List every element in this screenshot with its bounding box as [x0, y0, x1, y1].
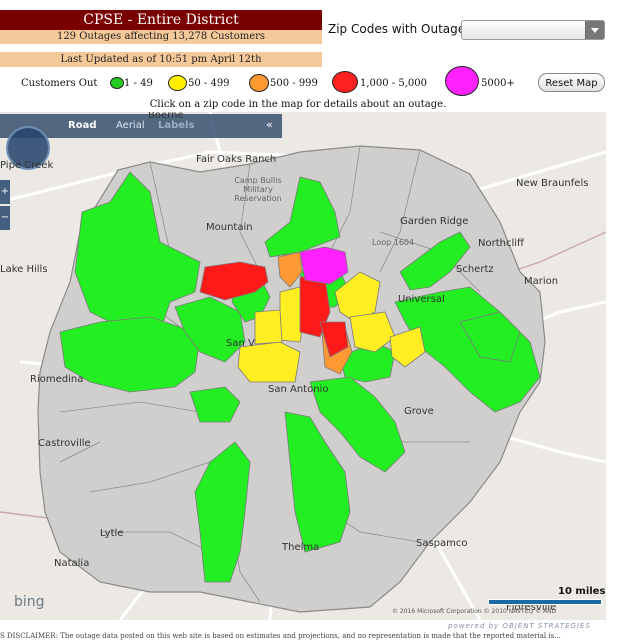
place-mountain: Mountain — [206, 222, 253, 233]
collapse-icon[interactable]: « — [266, 118, 273, 131]
bing-logo: bing — [14, 594, 45, 610]
outage-summary: 129 Outages affecting 13,278 Customers — [0, 30, 322, 44]
place-marion: Marion — [524, 276, 559, 287]
footer: powered by OBJENT STRATEGIES S DISCLAIME… — [0, 622, 640, 640]
zoom-in-icon[interactable]: + — [0, 180, 10, 204]
disclaimer: S DISCLAIMER: The outage data posted on … — [0, 632, 561, 640]
place-new-braunfels: New Braunfels — [516, 178, 589, 189]
last-updated: Last Updated as of 10:51 pm April 12th — [0, 52, 322, 67]
place-riomedina: Riomedina — [30, 374, 84, 385]
legend-swatch-magenta — [445, 66, 479, 96]
reset-map-button[interactable]: Reset Map — [538, 73, 605, 92]
legend-swatch-orange — [249, 74, 269, 92]
tab-road[interactable]: Road — [68, 120, 96, 131]
map-copyright: © 2016 Microsoft Corporation © 2010 NAVT… — [392, 608, 557, 615]
outage-map[interactable]: Road Aerial Labels « + − Boerne Pipe Cre… — [0, 112, 606, 620]
legend-swatch-green — [110, 77, 124, 89]
place-camp-bullis: Camp Bullis Military Reservation — [234, 176, 282, 203]
place-garden-ridge: Garden Ridge — [400, 216, 469, 227]
legend-label-50-499: 50 - 499 — [188, 78, 230, 89]
place-boerne: Boerne — [148, 112, 184, 121]
place-saspamco: Saspamco — [416, 538, 468, 549]
zip-codes-dropdown[interactable] — [461, 20, 605, 40]
place-fair-oaks: Fair Oaks Ranch — [196, 154, 277, 165]
place-grove: Grove — [404, 406, 434, 417]
powered-by[interactable]: powered by OBJENT STRATEGIES — [448, 622, 591, 630]
place-natalia: Natalia — [54, 558, 90, 569]
place-loop: Loop 1604 — [372, 238, 415, 247]
scale-label: 10 miles — [558, 586, 606, 597]
legend-title: Customers Out — [21, 78, 98, 89]
tab-aerial[interactable]: Aerial — [116, 120, 145, 131]
place-pipe-creek: Pipe Creek — [0, 160, 54, 171]
place-castroville: Castroville — [38, 438, 91, 449]
place-lake-hills: Lake Hills — [0, 264, 48, 275]
zip-area-yellow-6 — [254, 309, 283, 345]
place-san-antonio: San Antonio — [268, 384, 329, 395]
zoom-out-icon[interactable]: − — [0, 206, 10, 230]
tab-labels[interactable]: Labels — [158, 120, 194, 131]
legend-label-5000-plus: 5000+ — [481, 78, 515, 89]
place-universal: Universal — [398, 294, 445, 305]
scale-bar — [488, 599, 602, 605]
district-title: CPSE - Entire District — [0, 10, 322, 30]
chevron-down-icon[interactable] — [585, 21, 604, 39]
place-lytle: Lytle — [100, 528, 124, 539]
place-thelma: Thelma — [282, 542, 320, 553]
legend-label-1000-5000: 1,000 - 5,000 — [360, 78, 427, 89]
legend-label-500-999: 500 - 999 — [270, 78, 318, 89]
place-schertz: Schertz — [456, 264, 494, 275]
map-hint: Click on a zip code in the map for detai… — [149, 99, 447, 110]
legend-label-1-49: 1 - 49 — [124, 78, 153, 89]
zip-filter-label: Zip Codes with Outages — [328, 22, 472, 36]
legend-swatch-red — [332, 71, 358, 93]
place-san-v: San V — [226, 338, 255, 349]
place-northcliff: Northcliff — [478, 238, 524, 249]
legend-swatch-yellow — [168, 75, 187, 91]
